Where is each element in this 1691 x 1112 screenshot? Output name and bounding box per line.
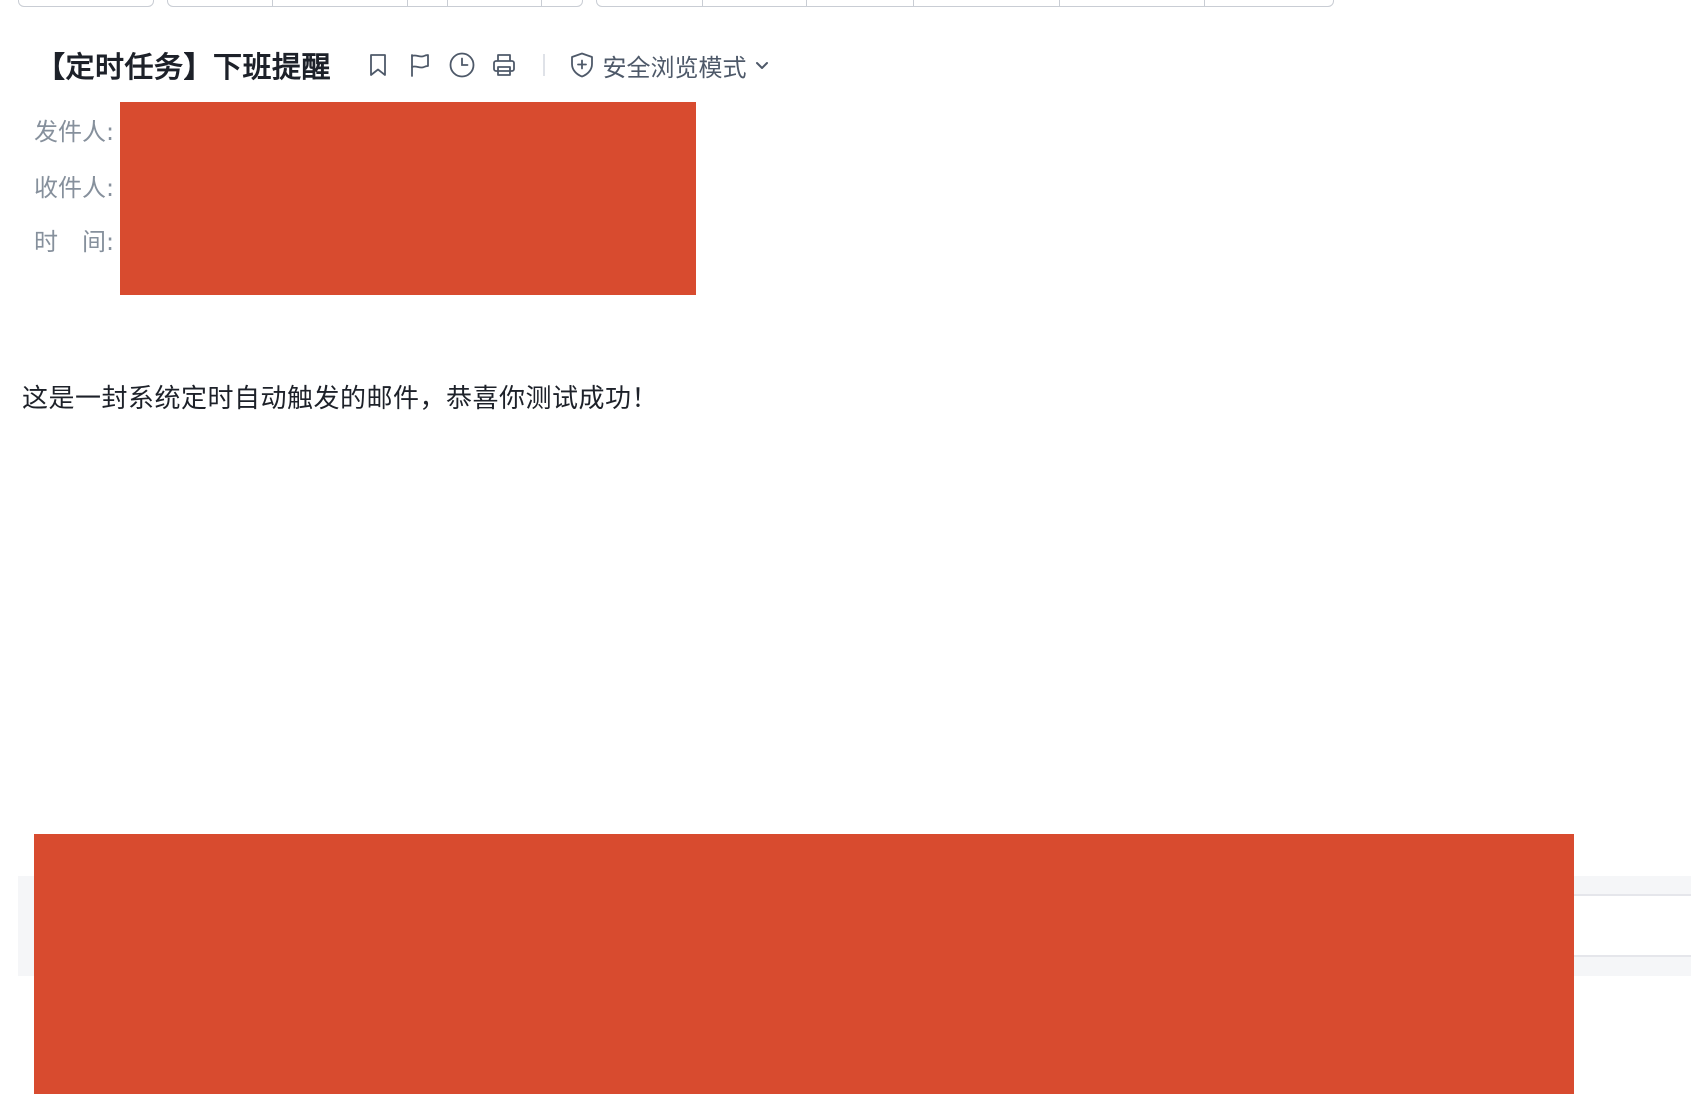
safe-browsing-dropdown[interactable]: 安全浏览模式 <box>569 48 771 83</box>
footer-divider <box>1574 894 1691 896</box>
email-subject: 【定时任务】下班提醒 <box>36 50 332 84</box>
toolbar-button-group-1[interactable] <box>18 0 154 7</box>
toolbar-button[interactable] <box>273 0 408 6</box>
toolbar-button[interactable] <box>448 0 543 6</box>
chevron-down-icon <box>755 62 768 69</box>
toolbar-button[interactable] <box>168 0 273 6</box>
toolbar-button[interactable] <box>703 0 808 6</box>
toolbar-button[interactable] <box>597 0 703 6</box>
toolbar-divider <box>543 54 545 76</box>
toolbar-button[interactable] <box>914 0 1060 6</box>
toolbar-button[interactable] <box>408 0 448 6</box>
flag-icon[interactable] <box>405 50 435 80</box>
recipient-label: 收件人: <box>34 174 115 202</box>
email-body-text: 这是一封系统定时自动触发的邮件，恭喜你测试成功！ <box>22 384 659 414</box>
email-header: 【定时任务】下班提醒 安全浏览模式 <box>36 42 771 88</box>
clock-icon[interactable] <box>447 50 477 80</box>
safe-browsing-label: 安全浏览模式 <box>602 53 747 82</box>
toolbar-button[interactable] <box>1060 0 1206 6</box>
redacted-block-meta <box>120 102 696 295</box>
toolbar-button[interactable] <box>542 0 582 6</box>
toolbar-button-group-3 <box>596 0 1334 7</box>
shield-plus-icon <box>569 51 595 79</box>
print-icon[interactable] <box>489 50 519 80</box>
redacted-block-footer <box>34 834 1574 1094</box>
toolbar-button-group-2 <box>167 0 583 7</box>
footer-divider <box>1574 955 1691 957</box>
toolbar-button[interactable] <box>1205 0 1333 6</box>
bookmark-icon[interactable] <box>363 50 393 80</box>
toolbar-button[interactable] <box>807 0 915 6</box>
sender-label: 发件人: <box>34 118 115 146</box>
toolbar-button[interactable] <box>19 0 153 6</box>
footer-input-area <box>1574 896 1691 955</box>
time-label: 时 间: <box>34 228 115 256</box>
